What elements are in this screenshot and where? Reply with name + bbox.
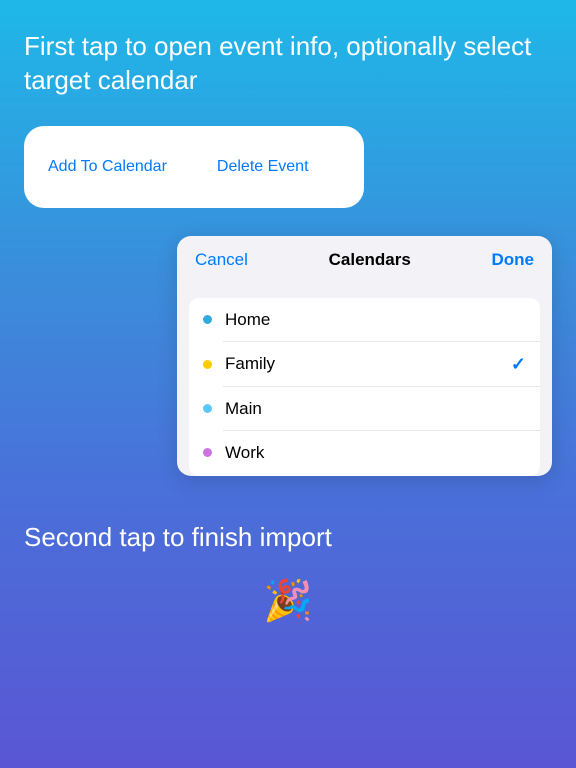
sheet-title: Calendars bbox=[329, 250, 411, 270]
event-action-card: Add To Calendar Delete Event bbox=[24, 126, 364, 208]
calendar-name-label: Home bbox=[225, 310, 526, 330]
calendar-name-label: Main bbox=[225, 399, 526, 419]
calendar-item[interactable]: Family✓ bbox=[189, 342, 540, 387]
calendar-color-dot bbox=[203, 315, 212, 324]
instruction-text-2: Second tap to finish import bbox=[0, 490, 576, 553]
calendar-item[interactable]: Main bbox=[189, 387, 540, 431]
checkmark-icon: ✓ bbox=[511, 354, 526, 375]
sheet-header: Cancel Calendars Done bbox=[177, 236, 552, 284]
calendar-color-dot bbox=[203, 448, 212, 457]
party-popper-icon: 🎉 bbox=[0, 577, 576, 624]
calendar-color-dot bbox=[203, 404, 212, 413]
calendar-color-dot bbox=[203, 360, 212, 369]
calendar-name-label: Work bbox=[225, 443, 526, 463]
calendar-picker-sheet: Cancel Calendars Done Home Family✓ Main Wor… bbox=[177, 236, 552, 476]
calendar-list: Home Family✓ Main Work bbox=[189, 298, 540, 476]
delete-event-button[interactable]: Delete Event bbox=[217, 158, 309, 176]
add-to-calendar-button[interactable]: Add To Calendar bbox=[48, 158, 167, 176]
calendar-name-label: Family bbox=[225, 354, 511, 374]
calendar-item[interactable]: Work bbox=[189, 431, 540, 475]
cancel-button[interactable]: Cancel bbox=[195, 250, 248, 270]
instruction-text-1: First tap to open event info, optionally… bbox=[0, 0, 576, 98]
done-button[interactable]: Done bbox=[492, 250, 535, 270]
calendar-item[interactable]: Home bbox=[189, 298, 540, 342]
